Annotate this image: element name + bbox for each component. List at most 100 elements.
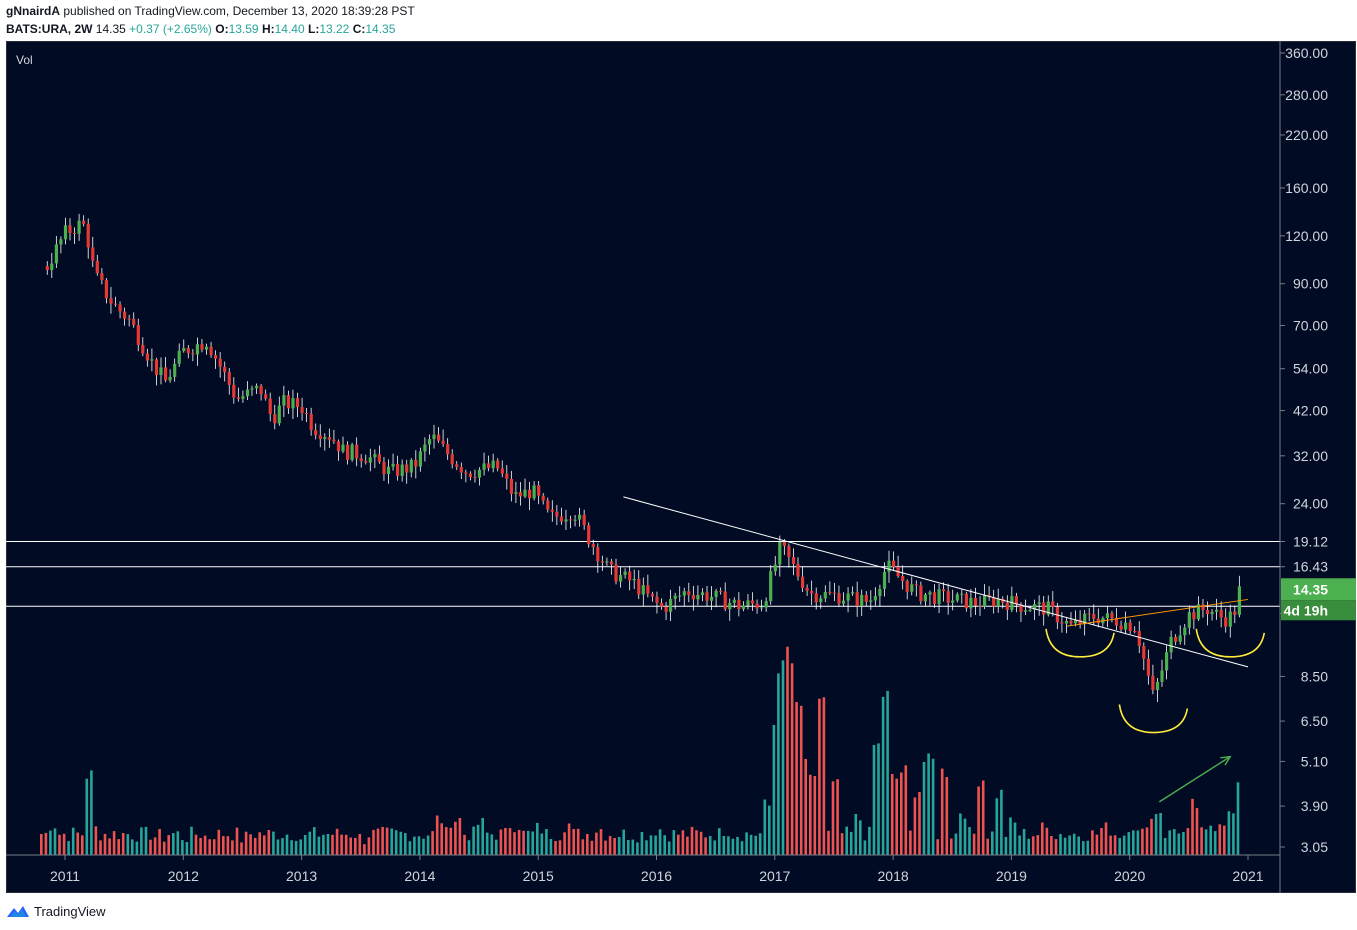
candle-body [819, 598, 823, 603]
volume-bar [918, 792, 921, 855]
time-tick-label: 2014 [404, 868, 435, 884]
volume-bar [777, 673, 780, 855]
volume-bar [872, 745, 876, 855]
volume-bar [1086, 840, 1090, 855]
volume-bar [936, 839, 939, 855]
candle-body [719, 590, 723, 592]
volume-bar [1036, 835, 1040, 855]
candle-body [641, 585, 645, 595]
candle-body [609, 561, 614, 565]
symbol-label[interactable]: BATS:URA, 2W [6, 22, 92, 36]
time-tick-label: 2021 [1232, 868, 1263, 884]
volume-bar [540, 833, 544, 855]
price-tick-label: 8.50 [1301, 668, 1328, 684]
candle-body [327, 437, 331, 440]
candle-body [1192, 612, 1196, 620]
volume-bar [831, 781, 835, 855]
candle-body [1169, 636, 1173, 653]
volume-bar [404, 833, 407, 855]
candle-body [150, 359, 154, 361]
candle-body [983, 595, 987, 607]
volume-bar [795, 702, 798, 855]
volume-bar [454, 821, 457, 855]
volume-bar [240, 842, 243, 855]
volume-bar [112, 831, 116, 855]
candle-body [964, 593, 968, 609]
volume-bar [1154, 814, 1158, 855]
price-chart[interactable]: 360.00 280.00 220.00 160.00 120.00 90.00 70.00… [6, 41, 1356, 893]
price-tick-label: 3.90 [1301, 798, 1328, 814]
drawn-trendlines[interactable] [623, 496, 1249, 668]
candle-body [473, 477, 477, 478]
candle-body [236, 397, 240, 399]
volume-bar [231, 840, 234, 855]
candle-body [1210, 611, 1214, 615]
author-name[interactable]: gNnairdA [6, 4, 60, 18]
candle-body [168, 376, 172, 381]
candle-body [59, 239, 63, 245]
candle-body [136, 325, 140, 345]
volume-bar [413, 836, 416, 855]
candle-body [464, 472, 468, 474]
candle-body [546, 500, 550, 510]
tradingview-brand[interactable]: TradingView [34, 904, 106, 919]
candle-body [837, 593, 841, 604]
annotations[interactable] [1045, 628, 1266, 803]
volume-bar [645, 840, 648, 855]
candle-body [1128, 622, 1132, 631]
volume-bar [331, 834, 334, 855]
candle-body [218, 358, 222, 367]
candle-body [255, 385, 259, 389]
low-value: 13.22 [319, 22, 350, 36]
price-axis[interactable]: 360.00 280.00 220.00 160.00 120.00 90.00 70.00… [1279, 41, 1356, 893]
candle-body [482, 463, 486, 470]
volume-bar [358, 834, 362, 855]
candle-body [1183, 627, 1187, 636]
candle-body [386, 466, 391, 475]
candle-body [1151, 675, 1155, 690]
volume-indicator-label[interactable]: Vol [16, 53, 33, 67]
volume-bar [485, 832, 489, 855]
volume-bar [877, 743, 880, 855]
volume-bar [94, 826, 98, 855]
volume-bar [649, 835, 653, 855]
volume-bar [1059, 834, 1062, 855]
volume-bar [822, 697, 826, 855]
candle-body [318, 435, 322, 440]
candle-body [801, 576, 805, 588]
price-tick-label: 16.43 [1293, 559, 1328, 575]
volume-bar [950, 838, 953, 855]
volume-bar [922, 762, 926, 855]
candle-body [63, 225, 68, 240]
candle-body [664, 606, 668, 612]
candle-body [864, 595, 868, 602]
volume-bar [731, 838, 735, 855]
candle-body [154, 359, 159, 375]
volume-bar [1200, 827, 1203, 855]
descending-trendline [623, 496, 1249, 668]
volume-bar [281, 838, 284, 855]
price-tick-label: 70.00 [1293, 318, 1328, 334]
time-axis[interactable]: 2011 2012 2013 2014 2015 2016 2017 2018 2019 2020… [6, 854, 1280, 884]
volume-bar [463, 834, 466, 855]
volume-bar [754, 835, 757, 855]
volume-bar [804, 758, 807, 855]
tradingview-logo-icon[interactable] [6, 903, 30, 919]
candle-body [141, 344, 145, 354]
volume-bar [294, 840, 298, 855]
volume-bar [349, 837, 352, 855]
volume-bar [495, 839, 498, 855]
candle-body [382, 461, 386, 475]
volume-bar [1132, 830, 1135, 855]
volume-bar [904, 765, 908, 855]
candle-body [373, 454, 377, 458]
candle-body [846, 593, 850, 601]
volume-bar [526, 830, 530, 855]
candle-body [396, 463, 400, 476]
candle-body [305, 413, 309, 414]
yellow-arc-annotation [1045, 628, 1115, 658]
volume-bar [890, 774, 894, 855]
volume-bar [440, 823, 443, 855]
volume-bar [172, 833, 175, 855]
volume-bar [627, 840, 630, 855]
